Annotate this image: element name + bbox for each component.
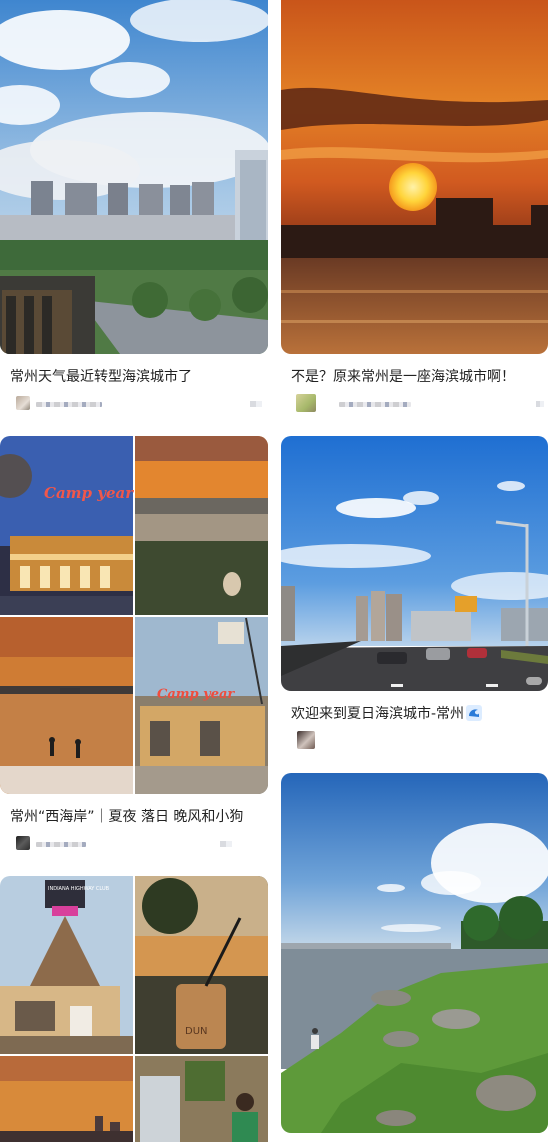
note-cover-image[interactable]: INDIANA HIGHWAY CLUB DUN [0,876,268,1142]
avatar[interactable] [16,396,30,410]
avatar[interactable] [297,731,315,749]
cup-label: DUN [185,1026,208,1037]
collage-photo: INDIANA HIGHWAY CLUB DUN [0,876,268,1142]
note-cover-image[interactable] [0,0,268,354]
camp-yeah-sign: Camp year [157,687,235,702]
note-card[interactable]: 常州天气最近转型海滨城市了 [0,0,268,412]
note-title[interactable]: 欢迎来到夏日海滨城市-常州 [291,705,548,723]
note-cover-image[interactable]: Camp year Camp year [0,436,268,794]
note-title[interactable]: 常州“西海岸”｜夏夜 落日 晚风和小狗 [10,808,268,826]
like-count[interactable] [536,401,544,407]
author-name[interactable] [36,842,86,847]
note-title[interactable]: 常州天气最近转型海滨城市了 [10,368,268,386]
note-cover-image[interactable] [281,0,548,354]
avatar[interactable] [296,394,316,412]
camp-yeah-sign: Camp year [44,484,134,502]
note-card[interactable]: INDIANA HIGHWAY CLUB DUN [0,876,268,1142]
image-count-badge [526,677,542,685]
note-card[interactable] [281,773,548,1133]
avatar[interactable] [16,836,30,850]
lakeside-photo [281,773,548,1133]
city-skyline-photo [0,0,268,354]
note-card[interactable]: Camp year Camp year 常州“西海岸”｜夏夜 落日 晚风和小狗 [0,436,268,852]
note-meta [291,731,548,749]
indiana-sign: INDIANA HIGHWAY CLUB [48,886,110,892]
note-meta [10,834,268,852]
author-name[interactable] [36,402,102,407]
note-card[interactable]: 不是？原来常州是一座海滨城市啊！ [281,0,548,412]
note-cover-image[interactable] [281,773,548,1133]
note-title-text: 欢迎来到夏日海滨城市-常州 [291,706,465,722]
note-card[interactable]: 欢迎来到夏日海滨城市-常州 [281,436,548,749]
sunset-photo [281,0,548,354]
note-title[interactable]: 不是？原来常州是一座海滨城市啊！ [291,368,548,386]
highway-photo [281,436,548,691]
note-meta [291,394,548,412]
like-count[interactable] [250,401,262,407]
wave-icon [466,705,483,721]
collage-photo: Camp year Camp year [0,436,268,794]
note-cover-image[interactable] [281,436,548,691]
author-name[interactable] [339,402,411,407]
note-meta [10,394,268,412]
like-count[interactable] [220,841,232,847]
